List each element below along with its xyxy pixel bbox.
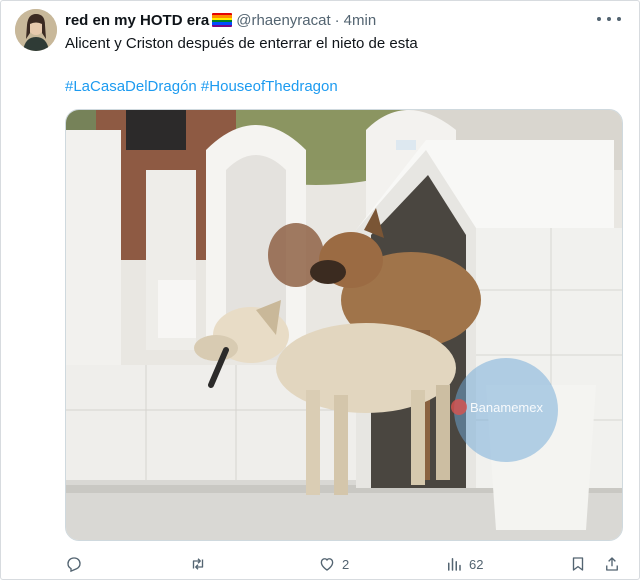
share-button[interactable] <box>603 553 621 575</box>
retweet-icon <box>192 558 204 570</box>
hashtags: #LaCasaDelDragón #HouseofThedragon <box>65 78 338 95</box>
media-watermark: Banamemex <box>470 400 543 415</box>
reply-button[interactable] <box>65 553 89 575</box>
more-options-icon[interactable] <box>597 11 621 27</box>
bookmark-button[interactable] <box>569 553 587 575</box>
views-icon <box>448 558 461 571</box>
photo-dogs-doghouse: Banamemex <box>66 110 622 540</box>
like-count: 2 <box>342 556 350 572</box>
views-count: 62 <box>469 556 484 572</box>
tweet-header: red en my HOTD era @rhaenyracat · 4min <box>65 10 376 30</box>
display-name[interactable]: red en my HOTD era <box>65 12 209 29</box>
hashtag-link[interactable]: #HouseofThedragon <box>201 78 338 95</box>
timestamp[interactable]: 4min <box>344 12 377 29</box>
like-button[interactable]: 2 <box>318 553 349 575</box>
user-handle[interactable]: @rhaenyracat <box>236 12 330 29</box>
avatar-image <box>15 9 57 51</box>
bookmark-icon <box>572 557 584 571</box>
heart-icon <box>320 558 334 571</box>
tweet-text: Alicent y Criston después de enterrar el… <box>65 35 418 52</box>
retweet-button[interactable] <box>189 553 213 575</box>
share-icon <box>606 557 618 571</box>
avatar[interactable] <box>15 9 57 51</box>
tweet-card: red en my HOTD era @rhaenyracat · 4min A… <box>0 0 640 580</box>
hashtag-link[interactable]: #LaCasaDelDragón <box>65 78 197 95</box>
reply-icon <box>67 557 81 573</box>
tweet-actions: 2 62 <box>65 553 625 575</box>
tweet-media-image[interactable]: Banamemex <box>65 109 623 541</box>
rainbow-flag-icon <box>212 13 233 27</box>
views-button[interactable]: 62 <box>445 553 483 575</box>
separator-dot: · <box>334 11 340 29</box>
